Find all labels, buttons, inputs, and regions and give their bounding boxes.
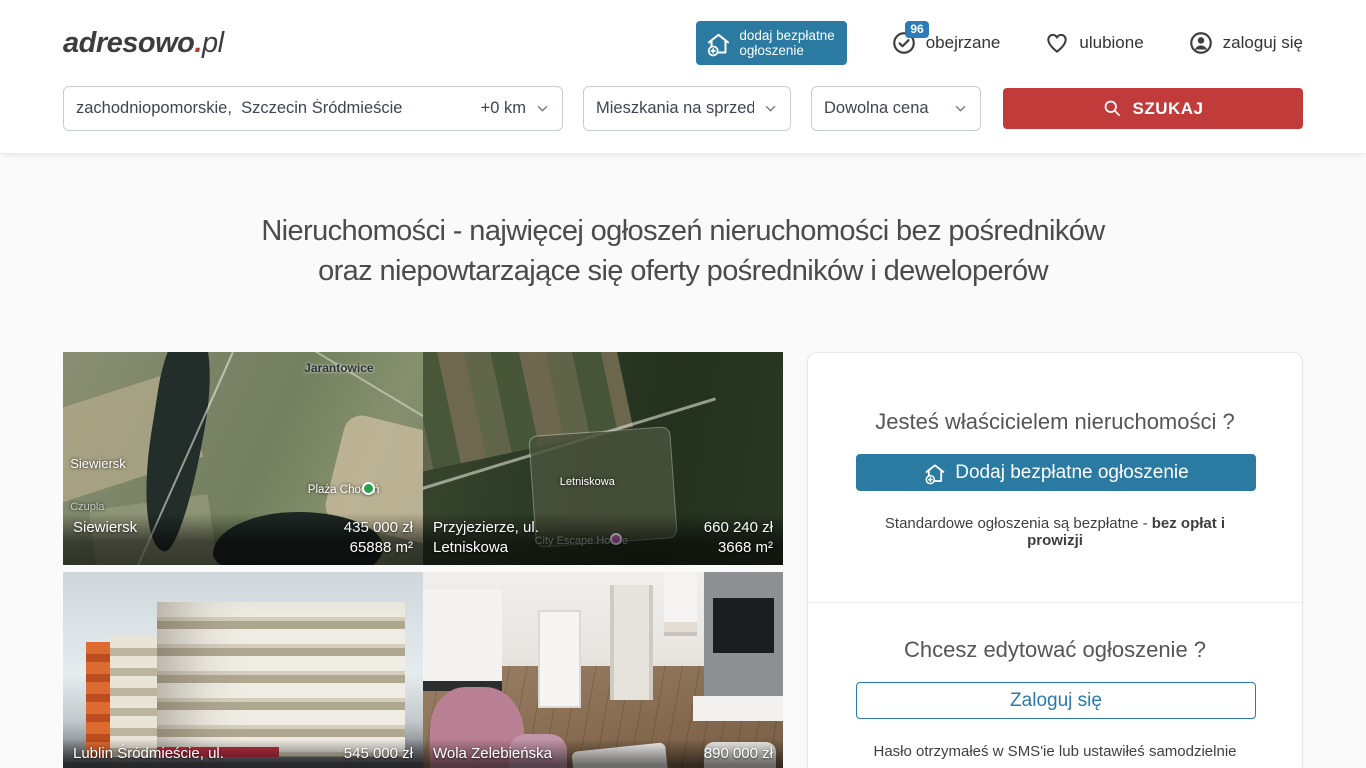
map-pin-icon <box>362 482 375 495</box>
listing-overlay: Przyjezierze, ul. Letniskowa 660 240 zł … <box>423 513 783 565</box>
add-listing-label: dodaj bezpłatne ogłoszenie <box>739 28 834 58</box>
chevron-down-icon <box>763 101 778 116</box>
hallway <box>610 585 653 700</box>
sidebar-login-label: Zaloguj się <box>1010 690 1102 712</box>
category-value: Mieszkania na sprzedaż <box>596 99 754 118</box>
radius-select[interactable]: +0 km <box>481 99 550 118</box>
cabinet <box>538 610 581 708</box>
logo[interactable]: adresowo.pl <box>63 27 224 60</box>
listing-price: 660 240 zł <box>704 518 773 538</box>
page: adresowo.pl dodaj bezpłatne ogłoszenie <box>0 0 1366 768</box>
listing-area: 3668 m² <box>704 538 773 558</box>
price-value: Dowolna cena <box>824 99 929 118</box>
favorites-label: ulubione <box>1079 33 1143 53</box>
user-icon <box>1188 30 1214 56</box>
map-label: Letniskowa <box>560 476 615 488</box>
tv <box>713 598 774 653</box>
listing-name: Wola Zelebieńska <box>433 744 552 764</box>
logo-dot: . <box>194 27 202 59</box>
owner-section: Jesteś właścicielem nieruchomości ? Doda… <box>808 353 1302 549</box>
login-link[interactable]: zaloguj się <box>1188 30 1303 56</box>
listing-price: 545 000 zł <box>344 744 413 764</box>
listing-name: Przyjezierze, ul. Letniskowa <box>433 518 610 558</box>
sidebar-login-button[interactable]: Zaloguj się <box>856 682 1256 719</box>
radius-value: +0 km <box>481 99 526 118</box>
favorites-link[interactable]: ulubione <box>1044 30 1143 56</box>
search-button-label: SZUKAJ <box>1132 99 1203 119</box>
listing-name: Lublin Śródmieście, ul. <box>73 744 224 764</box>
viewed-count-badge: 96 <box>905 21 928 38</box>
listing-name: Siewiersk <box>73 518 137 538</box>
listing-card[interactable]: Letniskowa City Escape House Przyjezierz… <box>423 352 783 565</box>
tv-unit <box>693 696 783 722</box>
owner-note: Standardowe ogłoszenia są bezpłatne - be… <box>856 515 1254 549</box>
listing-area: 65888 m² <box>344 538 413 558</box>
owner-section-title: Jesteś właścicielem nieruchomości ? <box>856 409 1254 435</box>
chevron-down-icon <box>953 101 968 116</box>
main-content: Nieruchomości - najwięcej ogłoszeń nieru… <box>0 154 1366 768</box>
listing-card[interactable]: Wola Zelebieńska 890 000 zł <box>423 572 783 768</box>
add-free-listing-label: Dodaj bezpłatne ogłoszenie <box>955 462 1188 484</box>
search-bar: zachodniopomorskie, Szczecin Śródmieście… <box>0 86 1366 154</box>
map-label: Czupla <box>70 501 104 513</box>
building-facade <box>157 602 405 758</box>
sidebar-panel: Jesteś właścicielem nieruchomości ? Doda… <box>807 352 1303 768</box>
edit-section: Chcesz edytować ogłoszenie ? Zaloguj się… <box>808 603 1302 760</box>
chevron-down-icon <box>535 101 550 116</box>
listing-overlay: Wola Zelebieńska 890 000 zł <box>423 739 783 768</box>
price-select[interactable]: Dowolna cena <box>811 86 981 131</box>
house-add-icon <box>705 30 732 57</box>
listing-card[interactable]: Jarantowice Siewiersk Plaża Choceń Czupl… <box>63 352 423 565</box>
bookshelf <box>664 572 696 636</box>
location-input[interactable]: zachodniopomorskie, Szczecin Śródmieście… <box>63 86 563 131</box>
kitchen <box>423 589 502 691</box>
map-label: Siewiersk <box>70 456 126 471</box>
category-select[interactable]: Mieszkania na sprzedaż <box>583 86 791 131</box>
logo-tld: pl <box>202 27 224 59</box>
listing-overlay: Lublin Śródmieście, ul. 545 000 zł <box>63 739 423 768</box>
listing-card[interactable]: Lublin Śródmieście, ul. 545 000 zł <box>63 572 423 768</box>
add-listing-button[interactable]: dodaj bezpłatne ogłoszenie <box>696 21 846 65</box>
listings-grid: Jarantowice Siewiersk Plaża Choceń Czupl… <box>63 352 783 768</box>
heart-icon <box>1044 30 1070 56</box>
edit-section-title: Chcesz edytować ogłoszenie ? <box>856 637 1254 663</box>
viewed-link[interactable]: 96 obejrzane <box>891 30 1001 56</box>
map-label: Jarantowice <box>304 361 373 375</box>
house-add-icon <box>923 461 947 485</box>
page-title: Nieruchomości - najwięcej ogłoszeń nieru… <box>0 211 1366 291</box>
search-button[interactable]: SZUKAJ <box>1003 88 1303 129</box>
listing-price: 890 000 zł <box>704 744 773 764</box>
listing-price: 435 000 zł <box>344 518 413 538</box>
add-free-listing-button[interactable]: Dodaj bezpłatne ogłoszenie <box>856 454 1256 491</box>
login-label: zaloguj się <box>1223 33 1303 53</box>
logo-name: adresowo <box>63 27 194 59</box>
edit-note: Hasło otrzymałeś w SMS'ie lub ustawiłeś … <box>856 743 1254 760</box>
location-value: zachodniopomorskie, Szczecin Śródmieście <box>76 99 402 118</box>
viewed-label: obejrzane <box>926 33 1001 53</box>
header-actions: dodaj bezpłatne ogłoszenie 96 obejrzane <box>696 21 1303 65</box>
circle-check-icon: 96 <box>891 30 917 56</box>
listing-overlay: Siewiersk 435 000 zł 65888 m² <box>63 513 423 565</box>
header: adresowo.pl dodaj bezpłatne ogłoszenie <box>0 0 1366 86</box>
search-icon <box>1102 98 1123 119</box>
